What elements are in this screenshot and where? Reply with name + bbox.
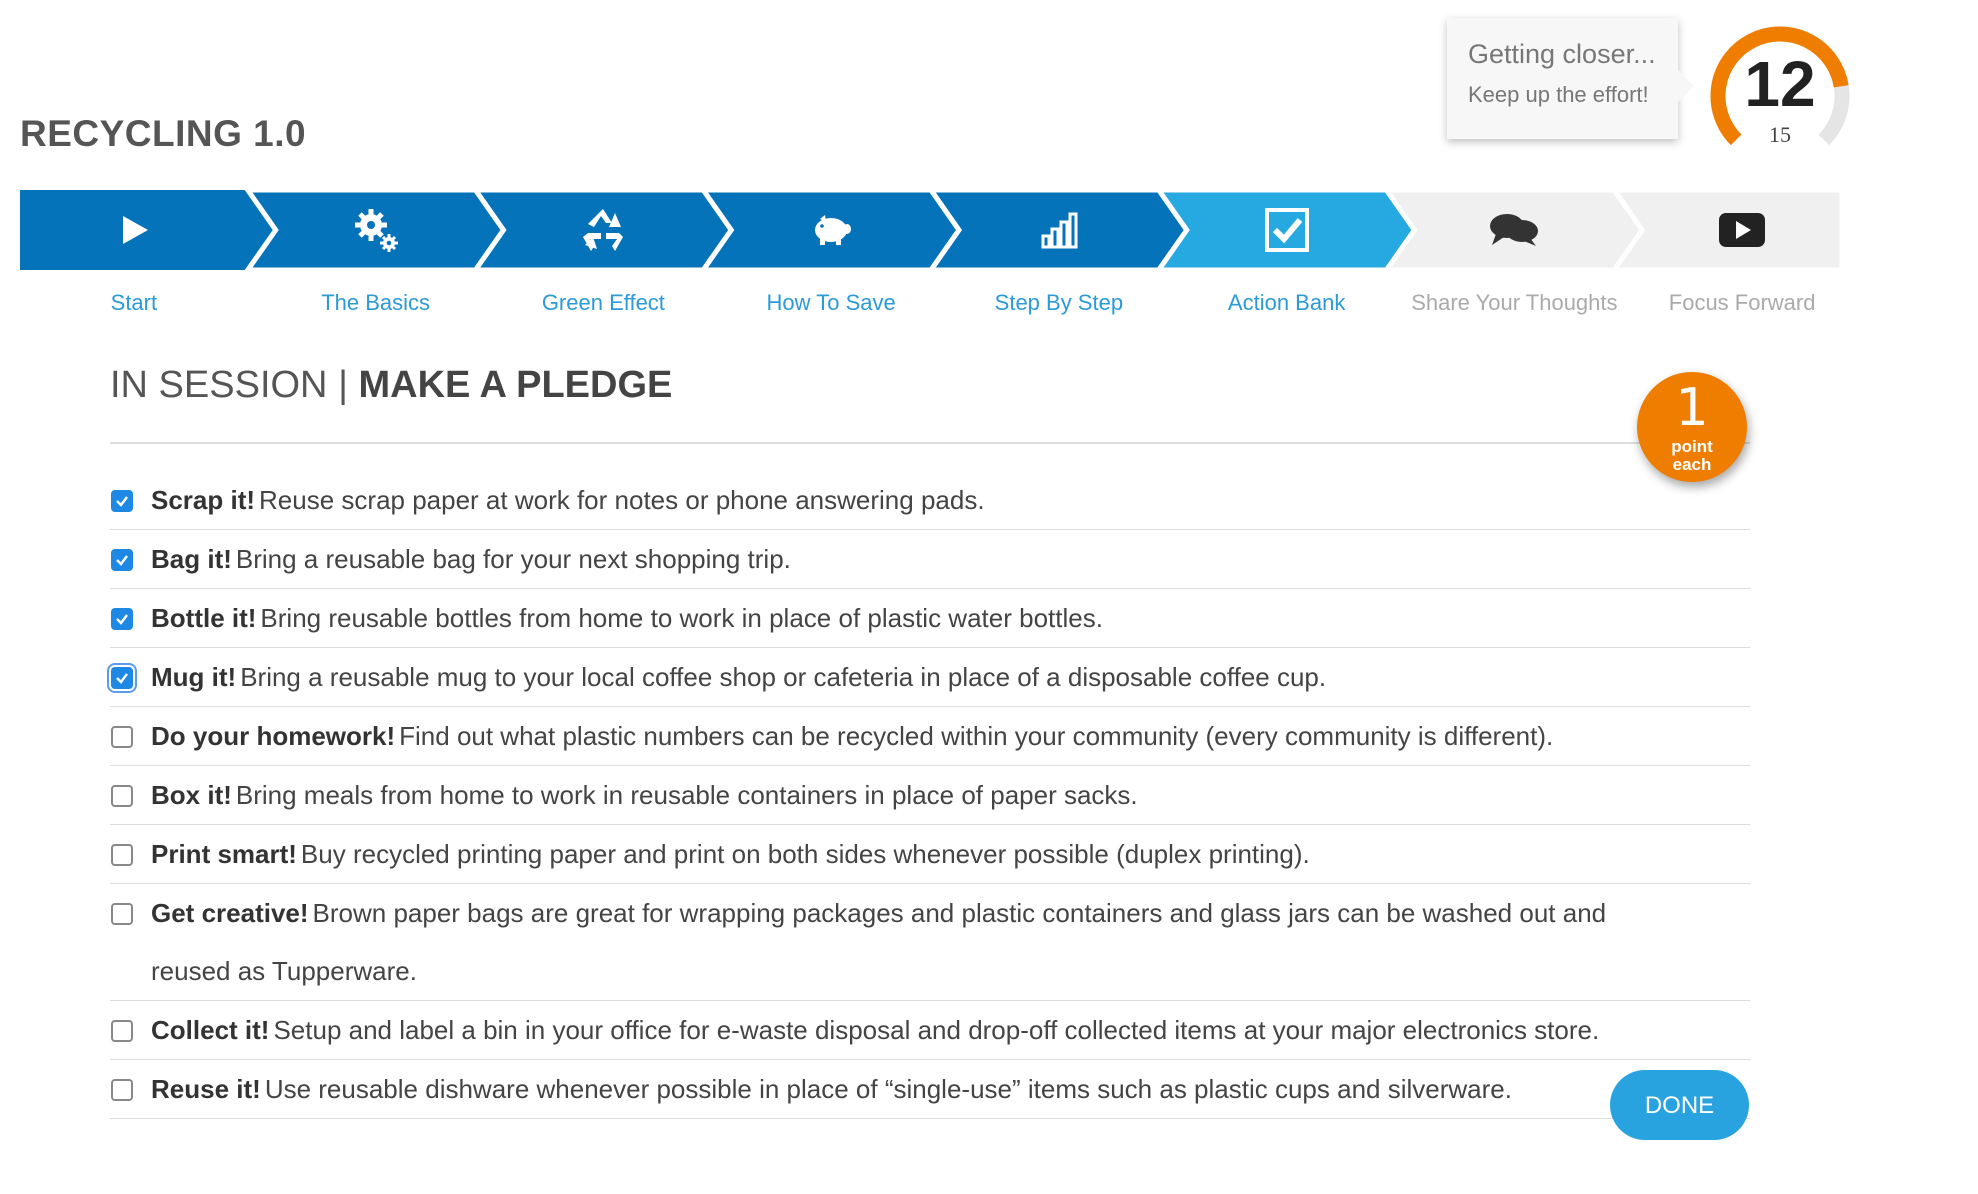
step-label[interactable]: Action Bank — [1177, 290, 1397, 316]
points-value: 1 — [1675, 378, 1709, 438]
piggy-bank-icon[interactable] — [717, 190, 945, 270]
pledge-checkbox[interactable] — [111, 726, 133, 748]
pledge-item: Print smart! Buy recycled printing paper … — [110, 825, 1750, 884]
score-value: 12 — [1744, 48, 1816, 120]
pledge-description: Bring a reusable bag for your next shopp… — [235, 544, 791, 574]
points-unit: point each — [1671, 437, 1713, 474]
score-max: 15 — [1769, 122, 1791, 147]
play-icon[interactable] — [20, 190, 248, 270]
tooltip-subtitle: Keep up the effort! — [1468, 82, 1649, 107]
pledge-item: Get creative! Brown paper bags are great … — [110, 884, 1750, 1001]
step-label[interactable]: How To Save — [721, 290, 941, 316]
pledge-checkbox[interactable] — [111, 844, 133, 866]
step-label[interactable]: Step By Step — [949, 290, 1169, 316]
pledge-item: Do your homework! Find out what plastic n… — [110, 707, 1750, 766]
session-title: IN SESSION | MAKE A PLEDGE — [110, 364, 672, 407]
pledge-text[interactable]: Scrap it! Reuse scrap paper at work for n… — [151, 471, 1651, 529]
pledge-title: Print smart! — [151, 839, 297, 869]
pledge-checkbox[interactable] — [111, 903, 133, 925]
pledge-text[interactable]: Mug it! Bring a reusable mug to your loca… — [151, 648, 1651, 706]
done-button[interactable]: DONE — [1610, 1070, 1749, 1140]
pledge-description: Reuse scrap paper at work for notes or p… — [259, 485, 985, 515]
pledge-description: Brown paper bags are great for wrapping … — [151, 898, 1607, 986]
checkmark-icon — [116, 555, 128, 566]
pledge-description: Setup and label a bin in your office for… — [273, 1015, 1600, 1045]
pledge-text[interactable]: Print smart! Buy recycled printing paper … — [151, 825, 1651, 883]
video-play-icon[interactable] — [1628, 190, 1856, 270]
pledge-description: Find out what plastic numbers can be rec… — [399, 721, 1554, 751]
pledge-description: Bring meals from home to work in reusabl… — [235, 780, 1138, 810]
pledge-text[interactable]: Reuse it! Use reusable dishware whenever … — [151, 1060, 1651, 1118]
pledge-item: Box it! Bring meals from home to work in … — [110, 766, 1750, 825]
pledge-item: Bottle it! Bring reusable bottles from ho… — [110, 589, 1750, 648]
session-separator: | — [338, 364, 348, 406]
pledge-item: Bag it! Bring a reusable bag for your nex… — [110, 530, 1750, 589]
app-title: RECYCLING 1.0 — [20, 113, 307, 154]
progress-steps — [20, 190, 1842, 270]
pledge-checkbox[interactable] — [111, 608, 133, 630]
checkmark-icon — [116, 496, 128, 507]
pledge-checkbox[interactable] — [111, 549, 133, 571]
pledge-item: Scrap it! Reuse scrap paper at work for n… — [110, 471, 1750, 530]
pledge-description: Bring a reusable mug to your local coffe… — [240, 662, 1327, 692]
recycle-icon[interactable] — [490, 190, 718, 270]
pledge-title: Get creative! — [151, 898, 309, 928]
pledge-description: Use reusable dishware whenever possible … — [264, 1074, 1512, 1104]
checkmark-icon — [116, 673, 128, 684]
pledge-list: Scrap it! Reuse scrap paper at work for n… — [110, 471, 1750, 1119]
pledge-title: Scrap it! — [151, 485, 256, 515]
pledge-checkbox[interactable] — [111, 785, 133, 807]
pledge-text[interactable]: Do your homework! Find out what plastic n… — [151, 707, 1651, 765]
step-label[interactable]: Green Effect — [493, 290, 713, 316]
pledge-title: Do your homework! — [151, 721, 396, 751]
pledge-title: Mug it! — [151, 662, 237, 692]
gears-icon[interactable] — [262, 190, 490, 270]
pledge-item: Reuse it! Use reusable dishware whenever … — [110, 1060, 1750, 1119]
points-badge: 1 point each — [1637, 372, 1747, 482]
pledge-item: Collect it! Setup and label a bin in your… — [110, 1001, 1750, 1060]
step-label[interactable]: The Basics — [266, 290, 486, 316]
pledge-title: Bottle it! — [151, 603, 257, 633]
pledge-text[interactable]: Bag it! Bring a reusable bag for your nex… — [151, 530, 1651, 588]
pledge-description: Buy recycled printing paper and print on… — [300, 839, 1310, 869]
session-heading: MAKE A PLEDGE — [358, 364, 673, 406]
pledge-checkbox[interactable] — [111, 490, 133, 512]
step-label[interactable]: Focus Forward — [1632, 290, 1852, 316]
pledge-title: Bag it! — [151, 544, 232, 574]
checkbox-icon[interactable] — [1173, 190, 1401, 270]
pledge-text[interactable]: Bottle it! Bring reusable bottles from ho… — [151, 589, 1651, 647]
pledge-text[interactable]: Box it! Bring meals from home to work in … — [151, 766, 1651, 824]
checkmark-icon — [116, 614, 128, 625]
pledge-checkbox[interactable] — [111, 1020, 133, 1042]
tooltip-title: Getting closer... — [1468, 39, 1656, 69]
pledge-description: Bring reusable bottles from home to work… — [260, 603, 1103, 633]
pledge-title: Collect it! — [151, 1015, 270, 1045]
pledge-checkbox[interactable] — [111, 1079, 133, 1101]
pledge-checkbox[interactable] — [111, 667, 133, 689]
step-label[interactable]: Share Your Thoughts — [1404, 290, 1624, 316]
divider — [110, 442, 1750, 444]
session-prefix: IN SESSION — [110, 364, 328, 406]
pledge-text[interactable]: Get creative! Brown paper bags are great … — [151, 884, 1651, 1000]
progress-tooltip: Getting closer... Keep up the effort! — [1447, 18, 1694, 139]
step-label[interactable]: Start — [24, 290, 244, 316]
pledge-item: Mug it! Bring a reusable mug to your loca… — [110, 648, 1750, 707]
score-gauge: 12 15 — [1700, 18, 1860, 148]
chat-bubbles-icon[interactable] — [1401, 190, 1629, 270]
pledge-title: Box it! — [151, 780, 232, 810]
pledge-text[interactable]: Collect it! Setup and label a bin in your… — [151, 1001, 1651, 1059]
pledge-title: Reuse it! — [151, 1074, 261, 1104]
bar-chart-icon[interactable] — [945, 190, 1173, 270]
